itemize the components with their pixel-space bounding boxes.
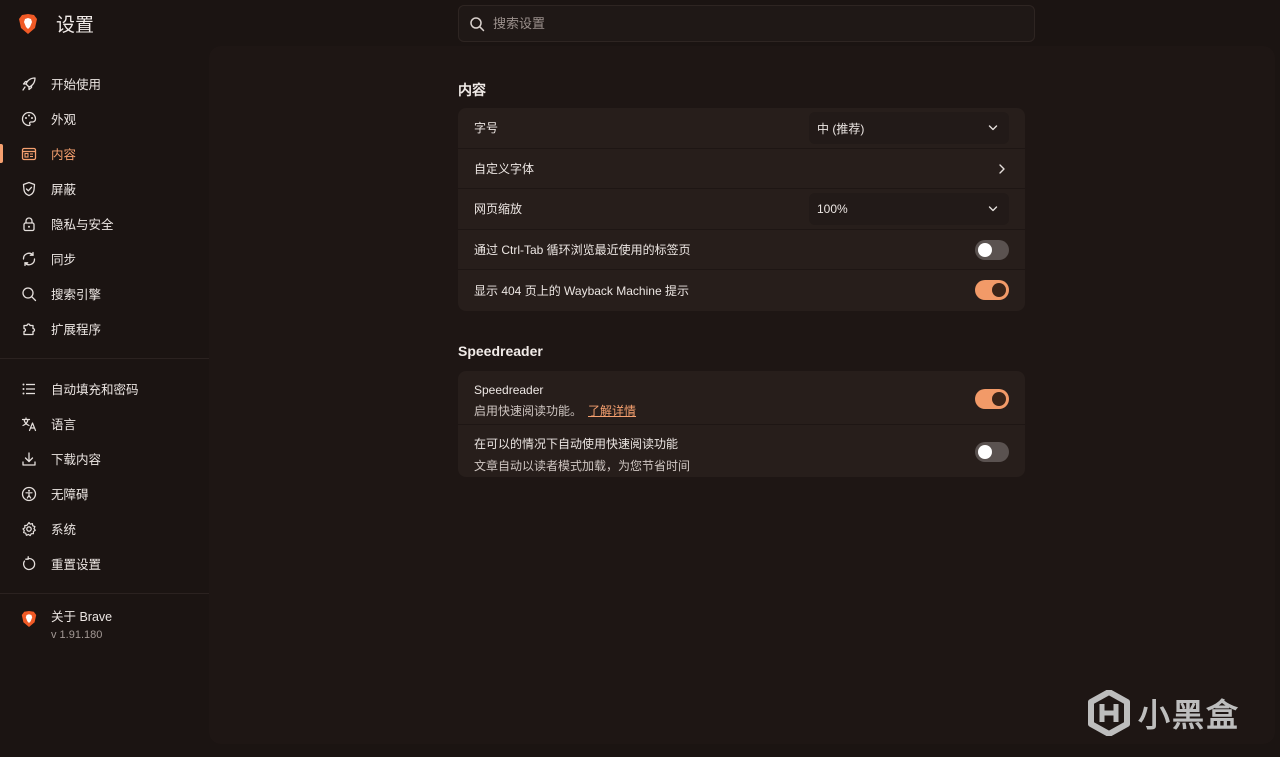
chevron-down-icon: [988, 206, 998, 212]
chevron-right-icon: [999, 163, 1005, 174]
speedreader-card: Speedreader 启用快速阅读功能。 了解详情 在可以的情况下自动使用快速阅…: [458, 371, 1025, 477]
section-title-content: 内容: [458, 82, 486, 98]
speedreader-toggle[interactable]: [975, 389, 1009, 409]
watermark-text: 小黑盒: [1138, 697, 1241, 733]
accessibility-icon: [21, 486, 37, 501]
sidebar-item-reset[interactable]: 重置设置: [0, 546, 209, 581]
search-icon: [470, 16, 485, 31]
about-label: 关于 Brave: [51, 610, 113, 624]
page-zoom-value: 100%: [817, 202, 848, 216]
speedreader-label: Speedreader: [474, 383, 544, 397]
font-size-label: 字号: [474, 121, 499, 136]
font-size-row: 字号 中 (推荐): [458, 108, 1025, 149]
ctrl-tab-label: 通过 Ctrl-Tab 循环浏览最近使用的标签页: [474, 242, 691, 257]
page-title: 设置: [56, 15, 95, 36]
heybox-logo-icon: [1088, 690, 1130, 736]
speedreader-auto-row: 在可以的情况下自动使用快速阅读功能 文章自动以读者模式加载，为您节省时间: [458, 425, 1025, 477]
sidebar-item-appearance[interactable]: 外观: [0, 101, 209, 136]
font-size-select[interactable]: 中 (推荐): [809, 112, 1009, 144]
sidebar-item-extensions[interactable]: 扩展程序: [0, 311, 209, 346]
main-panel: 内容 字号 中 (推荐) 自定义字体 网页缩放 100% 通过 Ctrl-Tab…: [209, 46, 1275, 744]
brave-logo-icon: [21, 611, 37, 627]
gear-icon: [22, 521, 36, 536]
list-icon: [22, 383, 35, 394]
rocket-icon: [22, 76, 36, 91]
sidebar-divider: [0, 593, 209, 594]
sidebar-item-accessibility[interactable]: 无障碍: [0, 476, 209, 511]
sidebar-item-downloads[interactable]: 下载内容: [0, 441, 209, 476]
brand: 设置: [18, 10, 94, 37]
shield-icon: [22, 181, 36, 196]
sidebar-item-shields[interactable]: 屏蔽: [0, 171, 209, 206]
wayback-row: 显示 404 页上的 Wayback Machine 提示: [458, 270, 1025, 311]
toggle-knob: [992, 392, 1006, 406]
speedreader-text: Speedreader 启用快速阅读功能。 了解详情: [474, 383, 636, 419]
custom-fonts-row[interactable]: 自定义字体: [458, 149, 1025, 189]
watermark: 小黑盒: [1088, 690, 1240, 736]
sidebar-item-languages[interactable]: 语言: [0, 406, 209, 441]
search-input[interactable]: [493, 16, 1013, 31]
puzzle-icon: [23, 322, 36, 335]
sidebar-item-content[interactable]: 内容: [0, 136, 209, 171]
chevron-down-icon: [988, 125, 998, 131]
wayback-toggle[interactable]: [975, 280, 1009, 300]
about-text: 关于 Brave v 1.91.180: [51, 606, 112, 641]
reset-icon: [23, 555, 36, 570]
toggle-knob: [978, 242, 992, 257]
download-icon: [22, 451, 36, 466]
page-zoom-select[interactable]: 100%: [809, 193, 1009, 225]
speedreader-description: 启用快速阅读功能。 了解详情: [474, 404, 637, 418]
speedreader-auto-toggle[interactable]: [975, 442, 1009, 462]
sidebar-divider: [0, 358, 209, 359]
page-zoom-label: 网页缩放: [474, 202, 523, 217]
sidebar-item-search-engine[interactable]: 搜索引擎: [0, 276, 209, 311]
content-icon: [21, 147, 37, 160]
font-size-value: 中 (推荐): [817, 121, 865, 136]
speedreader-auto-description: 文章自动以读者模式加载，为您节省时间: [474, 459, 691, 473]
lock-icon: [23, 216, 35, 231]
header: 设置: [0, 0, 1280, 46]
speedreader-auto-text: 在可以的情况下自动使用快速阅读功能 文章自动以读者模式加载，为您节省时间: [474, 435, 690, 474]
speedreader-auto-label: 在可以的情况下自动使用快速阅读功能: [474, 437, 679, 451]
speedreader-row: Speedreader 启用快速阅读功能。 了解详情: [458, 371, 1025, 425]
section-title-speedreader: Speedreader: [458, 343, 543, 359]
content-card: 字号 中 (推荐) 自定义字体 网页缩放 100% 通过 Ctrl-Tab 循环…: [458, 108, 1025, 311]
sidebar-item-privacy[interactable]: 隐私与安全: [0, 206, 209, 241]
page-zoom-row: 网页缩放 100%: [458, 189, 1025, 230]
sidebar: 开始使用 外观 内容 屏蔽 隐私与安全 同步 搜索引擎 扩展程序 自动填充和密码…: [0, 66, 209, 641]
settings-window: 设置 开始使用 外观: [0, 0, 1280, 757]
sidebar-item-sync[interactable]: 同步: [0, 241, 209, 276]
version-label: v 1.91.180: [51, 629, 103, 641]
toggle-knob: [992, 283, 1006, 297]
translate-icon: [21, 416, 37, 431]
palette-icon: [21, 111, 37, 126]
ctrl-tab-toggle[interactable]: [975, 239, 1009, 260]
wayback-label: 显示 404 页上的 Wayback Machine 提示: [474, 283, 689, 298]
brave-logo-icon: [19, 13, 37, 34]
sync-icon: [22, 251, 36, 266]
learn-more-link[interactable]: 了解详情: [588, 404, 636, 418]
sidebar-item-getting-started[interactable]: 开始使用: [0, 66, 209, 101]
about-brave[interactable]: 关于 Brave v 1.91.180: [0, 606, 209, 641]
custom-fonts-label: 自定义字体: [474, 161, 535, 176]
toggle-knob: [978, 445, 992, 459]
search-icon: [22, 286, 37, 301]
search-box[interactable]: [458, 5, 1035, 42]
ctrl-tab-row: 通过 Ctrl-Tab 循环浏览最近使用的标签页: [458, 230, 1025, 270]
sidebar-item-system[interactable]: 系统: [0, 511, 209, 546]
sidebar-item-autofill[interactable]: 自动填充和密码: [0, 371, 209, 406]
